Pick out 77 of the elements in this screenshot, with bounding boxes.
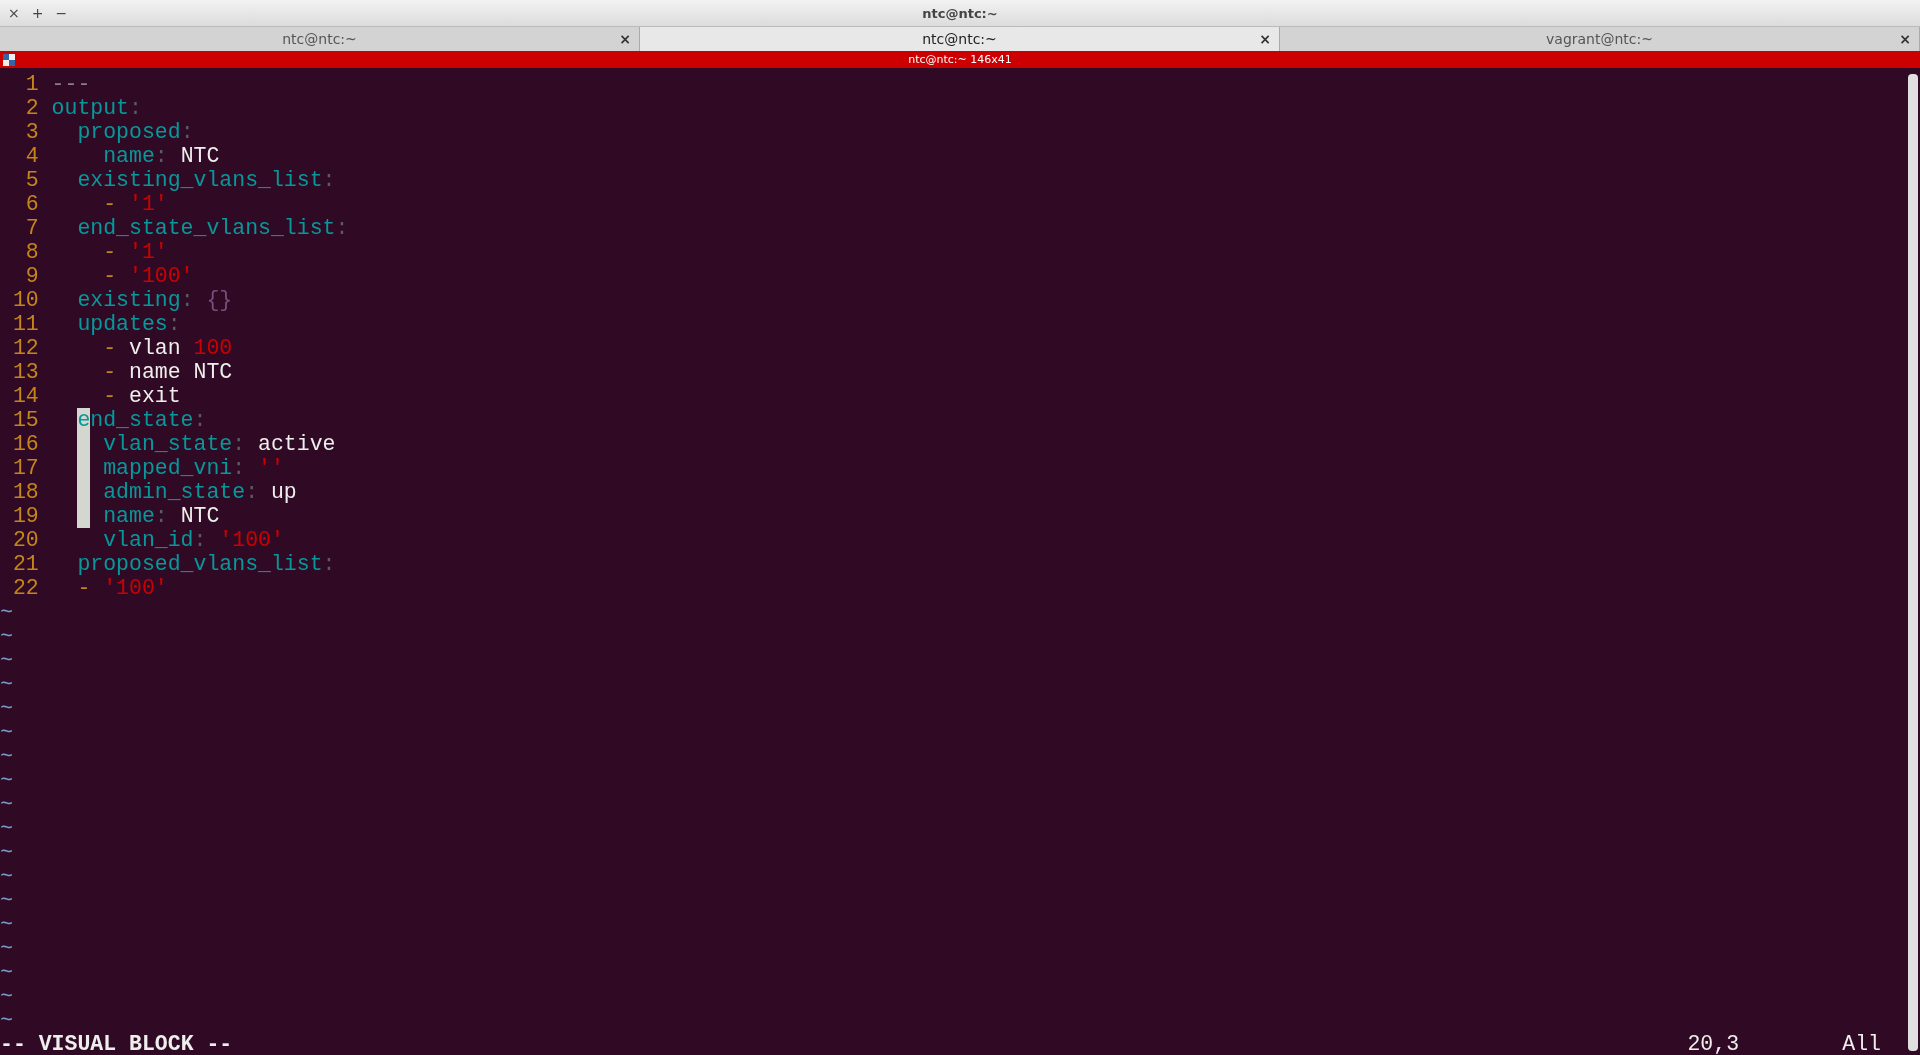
tab-close-button[interactable]: × (617, 31, 633, 47)
line-number: 4 (24, 144, 39, 168)
terminal-title: ntc@ntc:~ 146x41 (908, 53, 1012, 66)
code-line: - '100' (102, 264, 194, 288)
line-number: 11 (11, 312, 39, 336)
empty-line-marker: ~ (0, 648, 13, 672)
empty-line-marker: ~ (0, 696, 13, 720)
code-line: - exit (102, 384, 181, 408)
empty-line-marker: ~ (0, 816, 13, 840)
terminal-tab[interactable]: ntc@ntc:~ × (0, 27, 640, 51)
code-line: mapped_vni: '' (51, 456, 284, 480)
line-number: 13 (11, 360, 39, 384)
line-number: 16 (11, 432, 39, 456)
line-number: 6 (24, 192, 39, 216)
line-number: 15 (11, 408, 39, 432)
line-number: 9 (24, 264, 39, 288)
line-number: 1 (24, 72, 39, 96)
mode-indicator: -- VISUAL BLOCK -- (0, 1032, 234, 1055)
code-line: - '1' (102, 192, 168, 216)
code-line: proposed_vlans_list: (76, 552, 336, 576)
empty-line-marker: ~ (0, 768, 13, 792)
scrollbar[interactable] (1908, 74, 1918, 1051)
code-line: admin_state: up (51, 480, 297, 504)
empty-line-marker: ~ (0, 912, 13, 936)
line-number: 10 (11, 288, 39, 312)
empty-line-marker: ~ (0, 960, 13, 984)
empty-line-marker: ~ (0, 600, 13, 624)
code-line: existing: {} (76, 288, 233, 312)
empty-line-marker: ~ (0, 984, 13, 1008)
cursor-position: 20,3 (1687, 1032, 1741, 1055)
tab-close-button[interactable]: × (1257, 31, 1273, 47)
new-tab-button[interactable]: + (27, 5, 48, 21)
code-line: name: NTC (102, 144, 220, 168)
empty-line-marker: ~ (0, 720, 13, 744)
empty-line-marker: ~ (0, 792, 13, 816)
empty-line-marker: ~ (0, 864, 13, 888)
code-line: proposed: (76, 120, 194, 144)
tab-close-button[interactable]: × (1897, 31, 1913, 47)
line-number: 2 (24, 96, 39, 120)
line-number: 19 (11, 504, 39, 528)
line-number: 17 (11, 456, 39, 480)
line-number: 5 (24, 168, 39, 192)
line-number: 21 (11, 552, 39, 576)
code-line: existing_vlans_list: (76, 168, 336, 192)
terminal-tab[interactable]: vagrant@ntc:~ × (1280, 27, 1920, 51)
line-number: 7 (24, 216, 39, 240)
line-number: 18 (11, 480, 39, 504)
empty-line-marker: ~ (0, 840, 13, 864)
line-number: 3 (24, 120, 39, 144)
close-button[interactable]: × (4, 5, 24, 21)
terminal-tab[interactable]: ntc@ntc:~ × (640, 27, 1280, 51)
line-number: 8 (24, 240, 39, 264)
empty-line-marker: ~ (0, 624, 13, 648)
code-line: vlan_state: active (51, 432, 336, 456)
empty-line-marker: ~ (0, 1008, 13, 1032)
empty-line-marker: ~ (0, 672, 13, 696)
line-number: 14 (11, 384, 39, 408)
terminal-menu-icon[interactable] (3, 53, 15, 66)
line-number: 20 (11, 528, 39, 552)
code-line: vlan_id: '100' (102, 528, 284, 552)
code-line: - name NTC (102, 360, 233, 384)
line-number: 22 (11, 576, 39, 600)
empty-line-marker: ~ (0, 888, 13, 912)
code-line: - '100' (76, 576, 168, 600)
minimize-button[interactable]: − (51, 5, 72, 21)
window-title: ntc@ntc:~ (922, 5, 998, 21)
code-line: name: NTC (51, 504, 220, 528)
line-number: 12 (11, 336, 39, 360)
code-line: end_state_vlans_list: (76, 216, 349, 240)
scroll-position: All (1842, 1032, 1882, 1055)
code-line: updates: (76, 312, 181, 336)
code-line: - vlan 100 (102, 336, 233, 360)
empty-line-marker: ~ (0, 744, 13, 768)
empty-line-marker: ~ (0, 936, 13, 960)
code-line: - '1' (102, 240, 168, 264)
code-line: --- (51, 72, 91, 96)
code-line: output: (51, 96, 142, 120)
